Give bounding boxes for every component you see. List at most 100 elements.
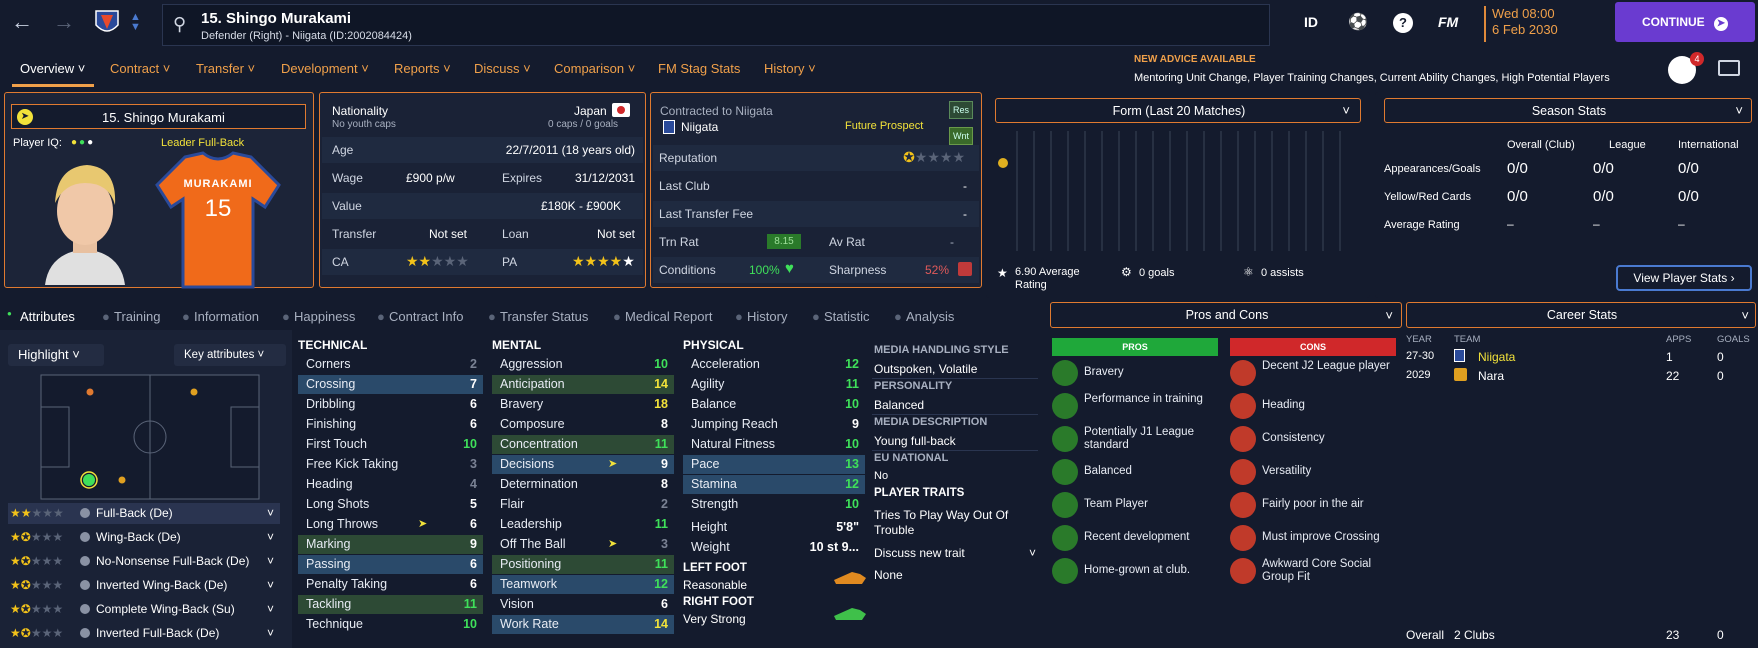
technical-attr-row[interactable]: Corners 2 bbox=[298, 355, 483, 374]
proscons-dropdown[interactable]: Pros and Cons ˅ bbox=[1050, 302, 1402, 328]
help-icon[interactable]: ? bbox=[1393, 13, 1413, 33]
tab-transfer-status[interactable]: Transfer Status bbox=[500, 309, 588, 324]
technical-attr-row[interactable]: Passing 6 bbox=[298, 555, 483, 574]
mental-attr-row[interactable]: Off The Ball 3 bbox=[492, 535, 674, 554]
fm-icon[interactable]: FM bbox=[1438, 14, 1458, 30]
technical-attr-row[interactable]: Dribbling 6 bbox=[298, 395, 483, 414]
role-row[interactable]: ★✪★★★ Inverted Wing-Back (De) ˅ bbox=[8, 575, 280, 596]
role-row[interactable]: ★✪★★★ No-Nonsense Full-Back (De) ˅ bbox=[8, 551, 280, 572]
view-player-stats-button[interactable]: View Player Stats › bbox=[1616, 265, 1752, 291]
chevron-updown-icon[interactable]: ▲ ▼ bbox=[130, 12, 141, 33]
search-icon[interactable]: ⚲ bbox=[173, 14, 186, 35]
continue-button[interactable]: CONTINUE ➤ bbox=[1615, 2, 1755, 42]
tab-happiness[interactable]: Happiness bbox=[294, 309, 355, 324]
chevron-down-icon[interactable]: ˅ bbox=[267, 527, 274, 548]
mental-attr-row[interactable]: Anticipation 14 bbox=[492, 375, 674, 394]
tab-information[interactable]: Information bbox=[194, 309, 259, 324]
mental-attr-row[interactable]: Composure 8 bbox=[492, 415, 674, 434]
technical-attr-row[interactable]: Long Shots 5 bbox=[298, 495, 483, 514]
physical-attr-row[interactable]: Jumping Reach 9 bbox=[683, 415, 865, 434]
technical-attr-row[interactable]: Heading 4 bbox=[298, 475, 483, 494]
mental-attr-row[interactable]: Bravery 18 bbox=[492, 395, 674, 414]
technical-attr-row[interactable]: Finishing 6 bbox=[298, 415, 483, 434]
technical-attr-row[interactable]: Free Kick Taking 3 bbox=[298, 455, 483, 474]
attr-value: 11 bbox=[654, 437, 668, 451]
chevron-down-icon[interactable]: ˅ bbox=[267, 575, 274, 596]
technical-attr-row[interactable]: First Touch 10 bbox=[298, 435, 483, 454]
menu-reports[interactable]: Reports ˅ bbox=[394, 61, 451, 76]
tab-statistic[interactable]: Statistic bbox=[824, 309, 870, 324]
chevron-down-icon[interactable]: ˅ bbox=[267, 623, 274, 644]
mental-attr-row[interactable]: Decisions 9 bbox=[492, 455, 674, 474]
form-dropdown[interactable]: Form (Last 20 Matches) ˅ bbox=[995, 98, 1361, 123]
role-row[interactable]: ★✪★★★ Complete Wing-Back (Su) ˅ bbox=[8, 599, 280, 620]
highlight-dropdown[interactable]: Highlight ˅ bbox=[8, 344, 104, 366]
physical-attr-row[interactable]: Balance 10 bbox=[683, 395, 865, 414]
technical-attr-row[interactable]: Crossing 7 bbox=[298, 375, 483, 394]
career-row[interactable]: 27-30 Niigata 1 0 bbox=[1404, 348, 1758, 366]
info-icon[interactable] bbox=[80, 580, 90, 590]
tab-contract-info[interactable]: Contract Info bbox=[389, 309, 463, 324]
mental-attr-row[interactable]: Determination 8 bbox=[492, 475, 674, 494]
menu-history[interactable]: History ˅ bbox=[764, 61, 816, 76]
menu-overview[interactable]: Overview ˅ bbox=[20, 61, 85, 76]
menu-transfer[interactable]: Transfer ˅ bbox=[196, 61, 255, 76]
physical-attr-row[interactable]: Stamina 12 bbox=[683, 475, 865, 494]
chevron-down-icon[interactable]: ˅ bbox=[267, 551, 274, 572]
chevron-down-icon[interactable]: ˅ bbox=[267, 599, 274, 620]
menu-development[interactable]: Development ˅ bbox=[281, 61, 369, 76]
physical-attr-row[interactable]: Agility 11 bbox=[683, 375, 865, 394]
info-icon[interactable] bbox=[80, 556, 90, 566]
tab-training[interactable]: Training bbox=[114, 309, 160, 324]
wnt-badge[interactable]: Wnt bbox=[949, 127, 973, 145]
mental-attr-row[interactable]: Teamwork 12 bbox=[492, 575, 674, 594]
mental-attr-row[interactable]: Flair 2 bbox=[492, 495, 674, 514]
tab-medical-report[interactable]: Medical Report bbox=[625, 309, 712, 324]
club-crest-icon[interactable] bbox=[94, 9, 120, 37]
search-box[interactable]: ⚲ 15. Shingo Murakami Defender (Right) -… bbox=[162, 4, 1270, 46]
mental-attr-row[interactable]: Leadership 11 bbox=[492, 515, 674, 534]
tab-attributes[interactable]: Attributes bbox=[20, 309, 75, 324]
back-icon[interactable]: ← bbox=[8, 8, 36, 36]
physical-attr-row[interactable]: Acceleration 12 bbox=[683, 355, 865, 374]
role-row[interactable]: ★✪★★★ Wing-Back (De) ˅ bbox=[8, 527, 280, 548]
mental-attr-row[interactable]: Positioning 11 bbox=[492, 555, 674, 574]
tab-analysis[interactable]: Analysis bbox=[906, 309, 954, 324]
role-row[interactable]: ★★★★★ Full-Back (De) ˅ bbox=[8, 503, 280, 524]
menu-comparison[interactable]: Comparison ˅ bbox=[554, 61, 635, 76]
key-attributes-dropdown[interactable]: Key attributes ˅ bbox=[174, 344, 286, 366]
career-row[interactable]: 2029 Nara 22 0 bbox=[1404, 367, 1758, 385]
forward-icon[interactable]: → bbox=[50, 8, 78, 36]
info-icon[interactable] bbox=[80, 532, 90, 542]
menu-fm-stag-stats[interactable]: FM Stag Stats bbox=[658, 61, 740, 76]
mental-attr-row[interactable]: Aggression 10 bbox=[492, 355, 674, 374]
technical-attr-row[interactable]: Marking 9 bbox=[298, 535, 483, 554]
mental-attr-row[interactable]: Work Rate 14 bbox=[492, 615, 674, 634]
info-icon[interactable] bbox=[80, 604, 90, 614]
advice-text[interactable]: Mentoring Unit Change, Player Training C… bbox=[1134, 72, 1610, 84]
tab-history[interactable]: History bbox=[747, 309, 787, 324]
technical-attr-row[interactable]: Technique 10 bbox=[298, 615, 483, 634]
menu-contract[interactable]: Contract ˅ bbox=[110, 61, 170, 76]
contract-club[interactable]: Niigata bbox=[681, 120, 718, 134]
id-icon[interactable]: ID bbox=[1304, 14, 1318, 30]
career-dropdown[interactable]: Career Stats ˅ bbox=[1406, 302, 1756, 328]
physical-attr-row[interactable]: Natural Fitness 10 bbox=[683, 435, 865, 454]
mental-attr-row[interactable]: Vision 6 bbox=[492, 595, 674, 614]
physical-attr-row[interactable]: Pace 13 bbox=[683, 455, 865, 474]
physical-attr-row[interactable]: Strength 10 bbox=[683, 495, 865, 514]
res-badge[interactable]: Res bbox=[949, 101, 973, 119]
season-dropdown[interactable]: Season Stats ˅ bbox=[1384, 98, 1752, 123]
technical-attr-row[interactable]: Penalty Taking 6 bbox=[298, 575, 483, 594]
technical-attr-row[interactable]: Tackling 11 bbox=[298, 595, 483, 614]
mental-attr-row[interactable]: Concentration 11 bbox=[492, 435, 674, 454]
info-icon[interactable] bbox=[80, 508, 90, 518]
role-row[interactable]: ★✪★★★ Inverted Full-Back (De) ˅ bbox=[8, 623, 280, 644]
screen-icon[interactable] bbox=[1718, 60, 1740, 76]
ball-icon[interactable]: ⚽ bbox=[1348, 12, 1368, 32]
technical-attr-row[interactable]: Long Throws 6 bbox=[298, 515, 483, 534]
discuss-trait-dropdown[interactable]: Discuss new trait ˅ bbox=[874, 546, 1040, 560]
info-icon[interactable] bbox=[80, 628, 90, 638]
menu-discuss[interactable]: Discuss ˅ bbox=[474, 61, 531, 76]
chevron-down-icon[interactable]: ˅ bbox=[267, 503, 274, 524]
